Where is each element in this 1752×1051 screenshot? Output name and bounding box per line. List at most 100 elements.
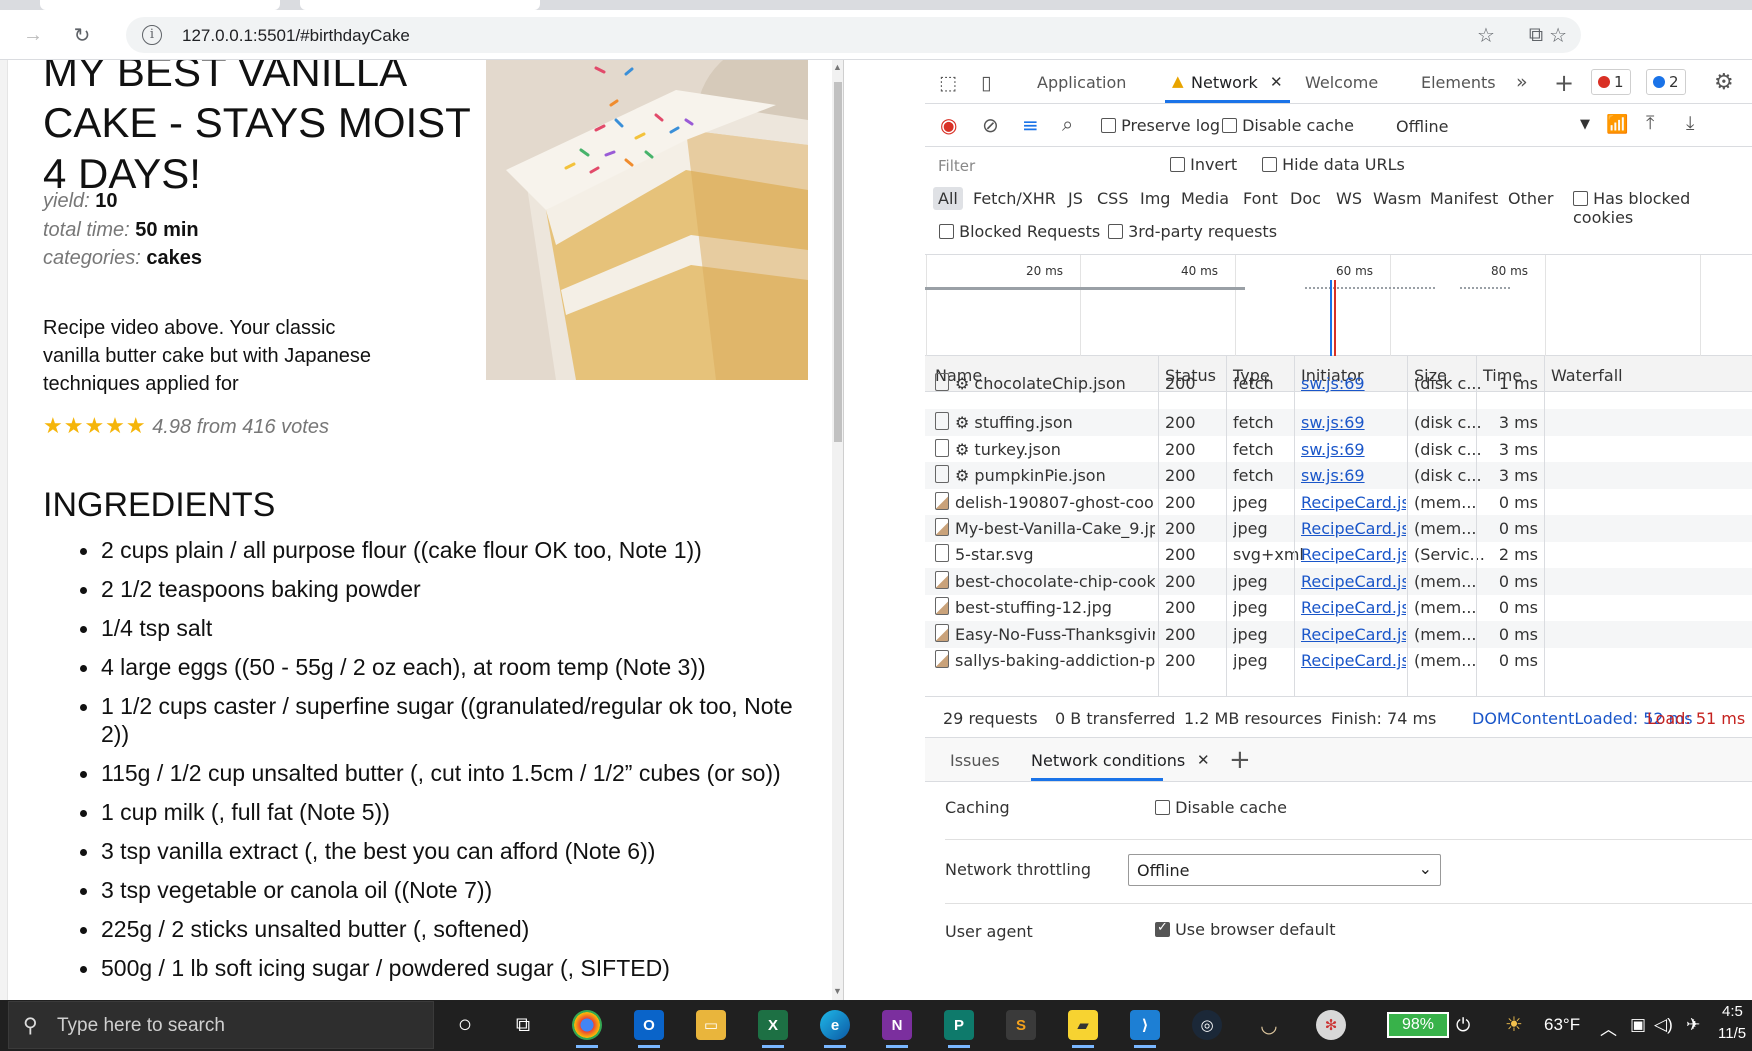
sticky-notes-icon[interactable]: ▰ (1068, 1010, 1098, 1048)
type-filter-img[interactable]: Img (1140, 189, 1170, 208)
third-party-checkbox[interactable]: 3rd-party requests (1108, 222, 1277, 241)
table-row[interactable]: ⚙ turkey.json 200 fetch sw.js:69 (disk c... 3… (925, 436, 1752, 463)
network-conditions-icon[interactable]: 📶 (1606, 114, 1628, 135)
type-filter-font[interactable]: Font (1243, 189, 1278, 208)
column-separator[interactable] (1226, 356, 1227, 696)
battery-indicator[interactable]: 98% (1387, 1012, 1449, 1038)
browser-tab[interactable] (40, 0, 280, 10)
row-name[interactable]: My-best-Vanilla-Cake_9.jpg (955, 519, 1155, 538)
row-initiator[interactable]: sw.js:69 (1301, 413, 1406, 432)
clock-time[interactable]: 4:5 (1722, 1003, 1743, 1020)
type-filter-ws[interactable]: WS (1336, 189, 1362, 208)
row-initiator[interactable]: RecipeCard.js:... (1301, 651, 1406, 670)
has-blocked-cookies-checkbox[interactable]: Has blocked cookies (1573, 189, 1752, 227)
table-row[interactable]: Easy-No-Fuss-Thanksgivin... 200 jpeg Recipe… (925, 620, 1752, 648)
vscode-icon[interactable]: ⟩ (1130, 1010, 1160, 1048)
type-filter-manifest[interactable]: Manifest (1430, 189, 1498, 208)
table-row[interactable]: best-chocolate-chip-cookie...200jpegReci… (925, 567, 1752, 595)
row-initiator[interactable]: RecipeCard.js:... (1301, 493, 1406, 512)
chevron-down-icon[interactable]: ⌄ (1419, 859, 1432, 878)
column-separator[interactable] (1158, 356, 1159, 696)
export-har-icon[interactable]: ⤓ (1686, 112, 1694, 134)
taskbar-search-box[interactable]: ⚲ Type here to search (8, 1001, 434, 1049)
scroll-down-icon[interactable]: ▼ (833, 986, 842, 996)
drawer-tab-issues[interactable]: Issues (950, 751, 1000, 770)
row-initiator[interactable]: RecipeCard.js:... (1301, 519, 1406, 538)
airplane-mode-icon[interactable]: ✈ (1686, 1015, 1700, 1035)
row-name[interactable]: ⚙ stuffing.json (955, 413, 1155, 432)
browser-tab-active[interactable] (300, 0, 540, 10)
table-row[interactable]: ⚙ pumpkinPie.json 200 fetch sw.js:69 (disk c… (925, 462, 1752, 490)
checkbox-box[interactable] (1108, 224, 1123, 239)
table-row[interactable]: ⚙ stuffing.json 200 fetch sw.js:69 (disk c..… (925, 409, 1752, 437)
checkbox-box[interactable] (1573, 191, 1588, 206)
tab-elements[interactable]: Elements (1421, 73, 1496, 92)
row-name[interactable]: sallys-baking-addiction-pu... (955, 651, 1155, 670)
type-filter-other[interactable]: Other (1508, 189, 1553, 208)
add-tab-icon[interactable]: + (1554, 69, 1574, 97)
slack-icon[interactable]: ✻ (1316, 1010, 1346, 1040)
settings-gear-icon[interactable]: ⚙ (1714, 70, 1734, 95)
taskbar-search-placeholder[interactable]: Type here to search (57, 1015, 225, 1037)
row-initiator[interactable]: RecipeCard.js:... (1301, 572, 1406, 591)
type-filter-js[interactable]: JS (1068, 189, 1083, 208)
tab-network[interactable]: Network (1191, 73, 1258, 92)
clock-date[interactable]: 11/5 (1718, 1025, 1746, 1042)
table-row[interactable]: delish-190807-ghost-cooki...200jpegRecip… (925, 489, 1752, 516)
filter-icon[interactable]: ≡ (1022, 113, 1039, 137)
row-initiator[interactable]: sw.js:69 (1301, 440, 1406, 459)
column-separator[interactable] (1544, 356, 1545, 696)
drawer-disable-cache-checkbox[interactable]: Disable cache (1155, 798, 1287, 817)
row-initiator[interactable]: sw.js:69 (1301, 374, 1406, 393)
checkbox-box[interactable] (1222, 118, 1237, 133)
column-separator[interactable] (1407, 356, 1408, 696)
collections-icon[interactable]: ⧉ (1520, 19, 1552, 51)
type-filter-all[interactable]: All (933, 187, 963, 210)
device-toolbar-icon[interactable]: ▯ (981, 72, 991, 94)
type-filter-fetch-xhr[interactable]: Fetch/XHR (973, 189, 1056, 208)
close-tab-icon[interactable]: ✕ (1270, 73, 1283, 91)
refresh-icon[interactable]: ↻ (66, 19, 98, 51)
invert-checkbox[interactable]: Invert (1170, 155, 1237, 174)
errors-badge[interactable]: 1 (1591, 69, 1631, 95)
search-icon[interactable]: ⌕ (1062, 112, 1073, 136)
network-icon[interactable]: ▣ (1630, 1015, 1646, 1035)
table-row[interactable]: My-best-Vanilla-Cake_9.jpg 200 jpeg RecipeC… (925, 515, 1752, 542)
disable-cache-checkbox[interactable]: Disable cache (1222, 116, 1354, 135)
excel-icon[interactable]: X (758, 1010, 788, 1048)
row-name[interactable]: best-stuffing-12.jpg (955, 598, 1155, 617)
hide-data-urls-checkbox[interactable]: Hide data URLs (1262, 155, 1405, 174)
messages-badge[interactable]: 2 (1646, 69, 1686, 95)
clear-icon[interactable]: ⊘ (982, 113, 999, 137)
row-name[interactable]: Easy-No-Fuss-Thanksgivin... (955, 625, 1155, 644)
tab-application[interactable]: Application (1037, 73, 1126, 92)
column-separator[interactable] (1476, 356, 1477, 696)
dropdown-arrow-icon[interactable]: ▼ (1580, 117, 1590, 132)
drawer-tab-network-conditions[interactable]: Network conditions (1031, 751, 1185, 770)
row-name[interactable]: 5-star.svg (955, 545, 1155, 564)
outlook-icon[interactable]: O (634, 1010, 664, 1048)
table-row[interactable]: best-stuffing-12.jpg 200 jpeg RecipeCard.js… (925, 594, 1752, 621)
type-filter-doc[interactable]: Doc (1290, 189, 1321, 208)
weather-icon[interactable]: ☀ (1505, 1012, 1523, 1037)
show-hidden-icons-icon[interactable]: ︿ (1600, 1015, 1617, 1040)
row-name[interactable]: delish-190807-ghost-cooki... (955, 493, 1155, 512)
scrollbar-thumb[interactable] (834, 82, 842, 442)
column-separator[interactable] (1294, 356, 1295, 696)
type-filter-wasm[interactable]: Wasm (1373, 189, 1422, 208)
volume-icon[interactable]: ◁) (1654, 1015, 1673, 1035)
devtools-divider[interactable] (843, 60, 844, 1000)
edge-icon[interactable]: e (820, 1010, 850, 1048)
type-filter-css[interactable]: CSS (1097, 189, 1128, 208)
sublime-text-icon[interactable]: S (1006, 1010, 1036, 1040)
import-har-icon[interactable]: ⤒ (1646, 112, 1654, 134)
network-throttling-select[interactable]: Offline ⌄ (1128, 854, 1441, 886)
site-info-icon[interactable]: i (142, 25, 162, 45)
preserve-log-checkbox[interactable]: Preserve log (1101, 116, 1220, 135)
row-initiator[interactable]: RecipeCard.js:... (1301, 598, 1406, 617)
checkbox-box-checked[interactable] (1155, 920, 1170, 937)
close-drawer-tab-icon[interactable]: ✕ (1197, 751, 1210, 769)
scroll-up-icon[interactable]: ▲ (833, 62, 842, 72)
add-drawer-tab-icon[interactable]: + (1229, 745, 1251, 775)
checkbox-box[interactable] (1170, 157, 1185, 172)
